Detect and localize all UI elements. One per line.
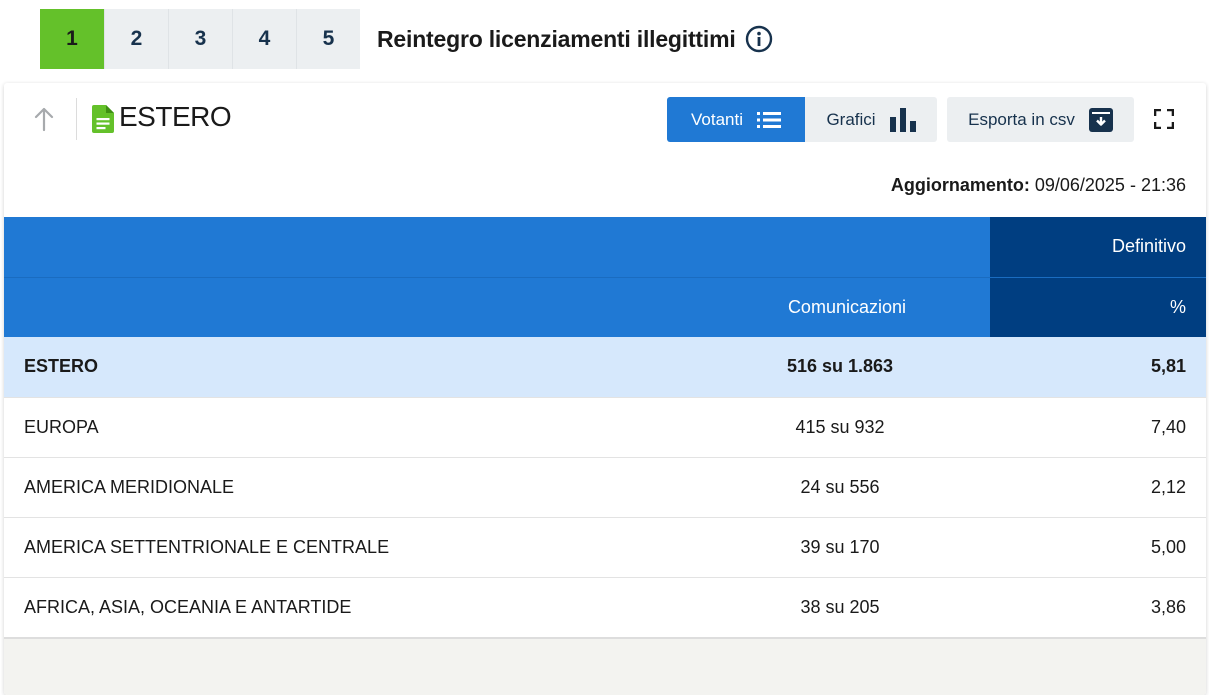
row-percent: 7,40 — [990, 397, 1206, 458]
last-update: Aggiornamento: 09/06/2025 - 21:36 — [891, 175, 1186, 196]
update-label: Aggiornamento: — [890, 175, 1030, 195]
grafici-button[interactable]: Grafici — [805, 97, 937, 142]
row-percent: 5,00 — [990, 517, 1206, 578]
arrow-up-icon[interactable] — [30, 105, 58, 133]
info-icon[interactable] — [745, 25, 773, 53]
results-card: ESTERO Votanti Grafici Esporta in csv Ag… — [4, 83, 1206, 695]
bar-chart-icon — [889, 107, 916, 132]
header-blank — [4, 217, 990, 278]
row-name: EUROPA — [4, 397, 690, 458]
row-comunicazioni: 39 su 170 — [690, 517, 990, 578]
table-row[interactable]: AMERICA SETTENTRIONALE E CENTRALE 39 su … — [4, 517, 1206, 578]
area-title: ESTERO — [119, 101, 232, 132]
row-comunicazioni: 24 su 556 — [690, 457, 990, 518]
quesito-navigation: 1 2 3 4 5 Reintegro licenziamenti illegi… — [40, 9, 773, 69]
table-row[interactable]: AMERICA MERIDIONALE 24 su 556 2,12 — [4, 457, 1206, 518]
step-tab-3[interactable]: 3 — [168, 9, 232, 69]
table-header: Comunicazioni % — [4, 277, 1206, 337]
card-header: ESTERO Votanti Grafici Esporta in csv — [4, 83, 1206, 157]
step-tab-1[interactable]: 1 — [40, 9, 104, 69]
row-name: AFRICA, ASIA, OCEANIA E ANTARTIDE — [4, 577, 690, 638]
table-row[interactable]: EUROPA 415 su 932 7,40 — [4, 397, 1206, 458]
row-comunicazioni: 38 su 205 — [690, 577, 990, 638]
table-row-total[interactable]: ESTERO 516 su 1.863 5,81 — [4, 337, 1206, 398]
row-percent: 2,12 — [990, 457, 1206, 518]
fullscreen-icon[interactable] — [1153, 108, 1175, 130]
step-tab-4[interactable]: 4 — [232, 9, 296, 69]
export-csv-button[interactable]: Esporta in csv — [947, 97, 1134, 142]
row-comunicazioni: 516 su 1.863 — [690, 337, 990, 398]
update-value: 09/06/2025 - 21:36 — [1034, 175, 1186, 195]
card-footer — [4, 637, 1206, 695]
votanti-label: Votanti — [691, 109, 743, 129]
row-percent: 3,86 — [990, 577, 1206, 638]
row-name: AMERICA MERIDIONALE — [4, 457, 690, 518]
header-definitivo: Definitivo — [990, 217, 1206, 278]
quesito-title: Reintegro licenziamenti illegittimi — [377, 25, 736, 52]
download-box-icon — [1088, 107, 1113, 132]
row-name: AMERICA SETTENTRIONALE E CENTRALE — [4, 517, 690, 578]
row-percent: 5,81 — [990, 337, 1206, 398]
document-icon — [92, 105, 114, 133]
list-icon — [757, 111, 781, 128]
step-tabs: 1 2 3 4 5 — [40, 9, 360, 69]
export-csv-label: Esporta in csv — [968, 109, 1075, 129]
header-percent: % — [990, 277, 1206, 337]
table-row[interactable]: AFRICA, ASIA, OCEANIA E ANTARTIDE 38 su … — [4, 577, 1206, 638]
header-comunicazioni: Comunicazioni — [4, 277, 990, 337]
step-tab-2[interactable]: 2 — [104, 9, 168, 69]
grafici-label: Grafici — [826, 109, 876, 129]
results-table: Definitivo Comunicazioni % ESTERO 516 su… — [4, 217, 1206, 638]
row-name: ESTERO — [4, 337, 690, 398]
row-comunicazioni: 415 su 932 — [690, 397, 990, 458]
table-header-top: Definitivo — [4, 217, 1206, 278]
header-divider — [76, 98, 77, 140]
votanti-button[interactable]: Votanti — [667, 97, 805, 142]
step-tab-5[interactable]: 5 — [296, 9, 360, 69]
